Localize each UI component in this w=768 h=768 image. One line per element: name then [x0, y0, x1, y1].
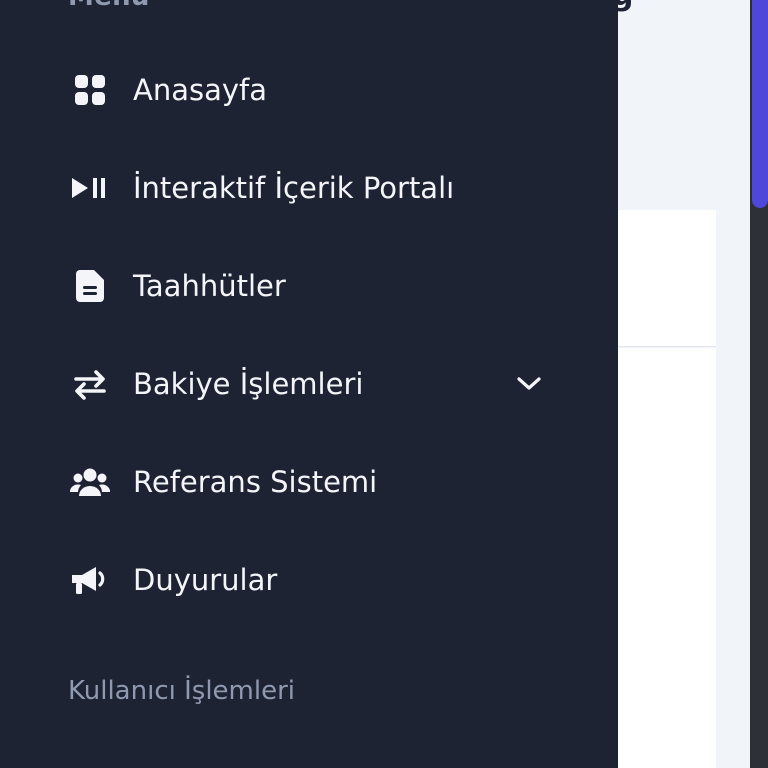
menu-item-label: Anasayfa	[133, 73, 268, 107]
grid-icon	[70, 70, 110, 110]
menu-item-label: Referans Sistemi	[133, 465, 378, 499]
menu-item-announcements[interactable]: Duyurular	[0, 540, 618, 620]
menu-item-label: Taahhütler	[133, 269, 286, 303]
menu-item-interactive-content-portal[interactable]: İnteraktif İçerik Portalı	[0, 148, 618, 228]
page-title-fragment: g	[612, 0, 652, 13]
transfer-arrows-icon	[70, 364, 110, 404]
navigation-drawer: Menü Anasayfa İntera	[0, 0, 618, 768]
users-icon	[70, 462, 110, 502]
menu-item-label: Duyurular	[133, 563, 278, 597]
document-icon	[70, 266, 110, 306]
menu-item-commitments[interactable]: Taahhütler	[0, 246, 618, 326]
menu-item-label: Bakiye İşlemleri	[133, 367, 364, 401]
play-pause-icon	[70, 168, 110, 208]
menu-item-referral-system[interactable]: Referans Sistemi	[0, 442, 618, 522]
menu-item-balance-operations[interactable]: Bakiye İşlemleri	[0, 344, 618, 424]
scrollbar-thumb[interactable]	[752, 0, 768, 208]
menu-item-label: İnteraktif İçerik Portalı	[133, 171, 455, 205]
app-screen: g Menü Anasayfa	[0, 0, 768, 768]
chevron-down-icon[interactable]	[512, 367, 546, 401]
drawer-heading: Menü	[68, 0, 150, 12]
megaphone-icon	[70, 560, 110, 600]
menu-item-anasayfa[interactable]: Anasayfa	[0, 50, 618, 130]
section-label-user-operations: Kullanıcı İşlemleri	[68, 676, 295, 706]
